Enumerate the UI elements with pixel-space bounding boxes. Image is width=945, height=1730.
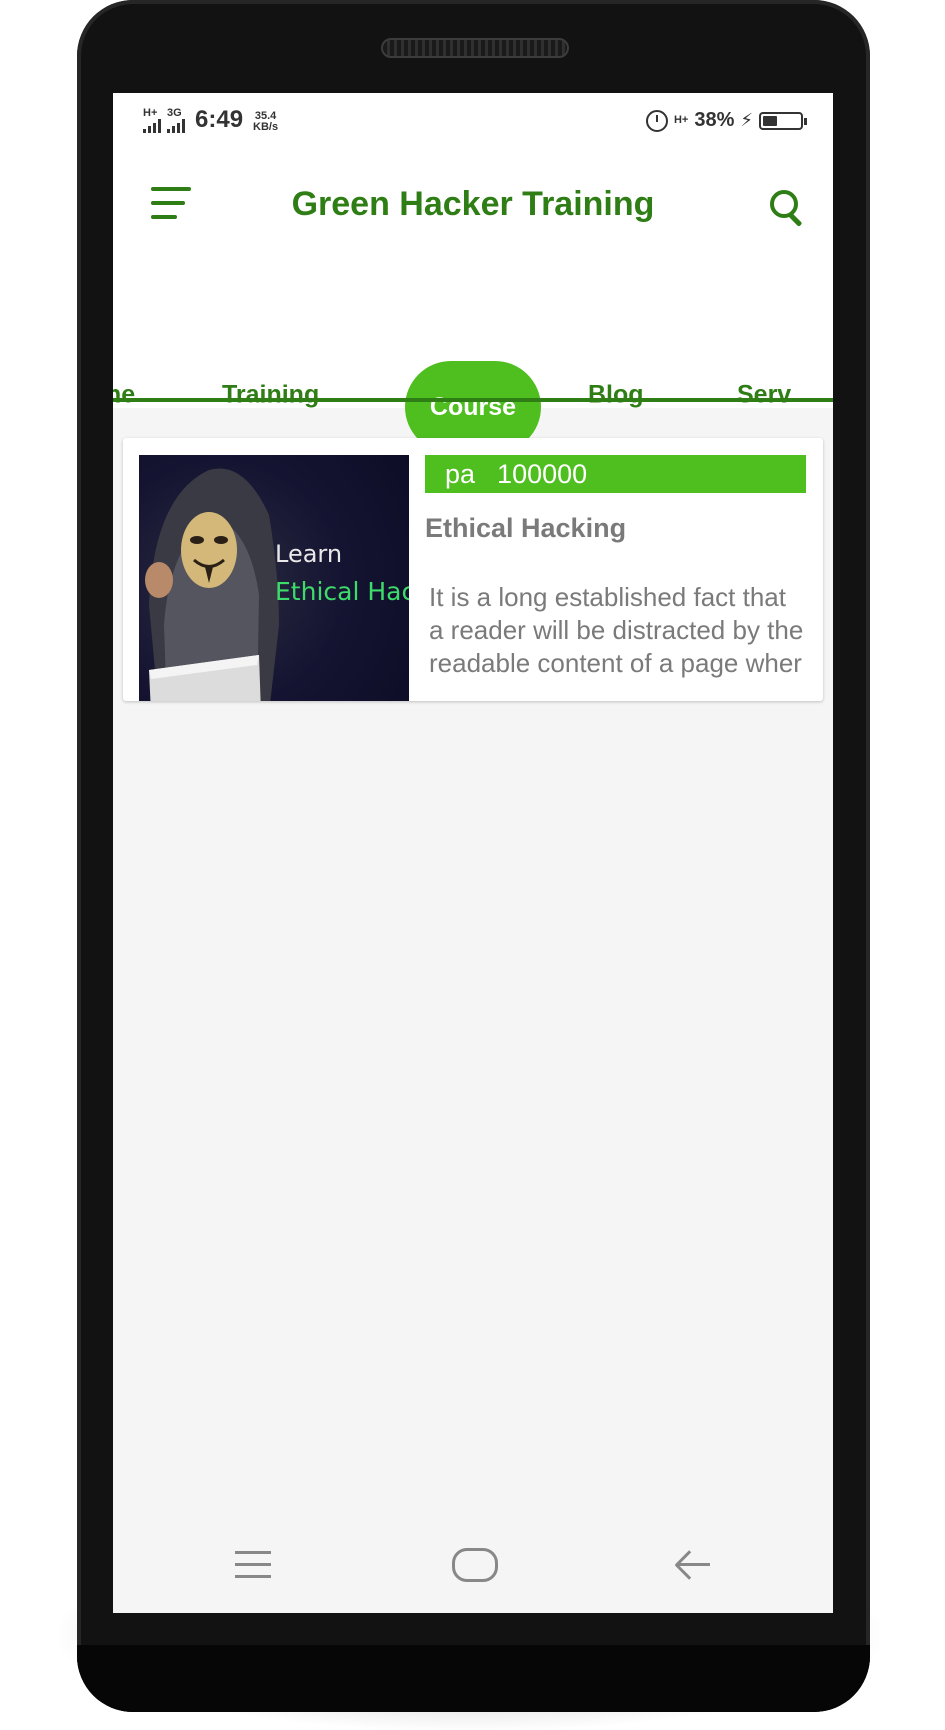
network-speed-unit: KB/s — [253, 121, 279, 133]
description-line: a reader will be distracted by the — [429, 615, 804, 645]
signal-1: H+ — [143, 108, 161, 133]
price-value: 100000 — [497, 458, 588, 489]
back-icon[interactable] — [674, 1547, 714, 1583]
tab-training[interactable]: Training — [222, 381, 319, 410]
course-description: It is a long established fact that a rea… — [429, 581, 823, 680]
image-text-ethical-hacking: Ethical Hackir — [275, 577, 409, 606]
battery-icon — [759, 111, 807, 130]
network-type-3: H+ — [673, 114, 689, 126]
battery-fill — [763, 115, 777, 126]
tab-home[interactable]: me — [113, 381, 135, 410]
network-type-1: H+ — [143, 107, 158, 119]
signal-bars-icon — [167, 119, 185, 133]
alarm-icon — [645, 109, 668, 132]
clock-time: 6:49 — [195, 106, 244, 133]
system-nav-bar — [113, 1525, 833, 1613]
status-bar: H+ 3G 6:49 35.4 KB/s H+ 38% ⚡ — [113, 93, 833, 153]
phone-chin — [77, 1645, 870, 1712]
earpiece-speaker — [381, 38, 569, 58]
app-title: Green Hacker Training — [291, 185, 655, 223]
tab-blog[interactable]: Blog — [588, 381, 644, 410]
price-label: pa — [445, 458, 476, 489]
network-speed: 35.4 KB/s — [253, 111, 278, 133]
description-line: readable content of a page wher — [429, 648, 802, 678]
home-icon[interactable] — [452, 1548, 498, 1582]
tab-services[interactable]: Serv — [737, 381, 791, 410]
signal-bars-icon — [143, 119, 161, 133]
app-bar: Green Hacker Training — [113, 153, 833, 258]
network-type-2: 3G — [167, 107, 182, 119]
description-line: It is a long established fact that — [429, 582, 786, 612]
course-image: Learn Ethical Hackir — [139, 455, 409, 701]
image-text-learn: Learn — [275, 540, 343, 568]
status-left: H+ 3G 6:49 35.4 KB/s — [143, 107, 278, 133]
course-title: Ethical Hacking — [425, 513, 627, 543]
tab-bar: me Training Course Blog Serv — [113, 258, 833, 453]
battery-percent: 38% — [694, 109, 735, 131]
search-icon[interactable] — [768, 188, 808, 228]
tab-underline — [113, 398, 833, 402]
recents-icon[interactable] — [235, 1551, 271, 1579]
charging-icon: ⚡ — [740, 110, 753, 130]
status-right: H+ 38% ⚡ — [645, 109, 807, 132]
screen: H+ 3G 6:49 35.4 KB/s H+ 38% ⚡ Green Hack… — [113, 93, 833, 1613]
signal-2: 3G — [167, 108, 185, 133]
price-banner: pa 100000 — [425, 455, 806, 493]
course-card[interactable]: Learn Ethical Hackir pa 100000 Ethical H… — [123, 438, 823, 701]
